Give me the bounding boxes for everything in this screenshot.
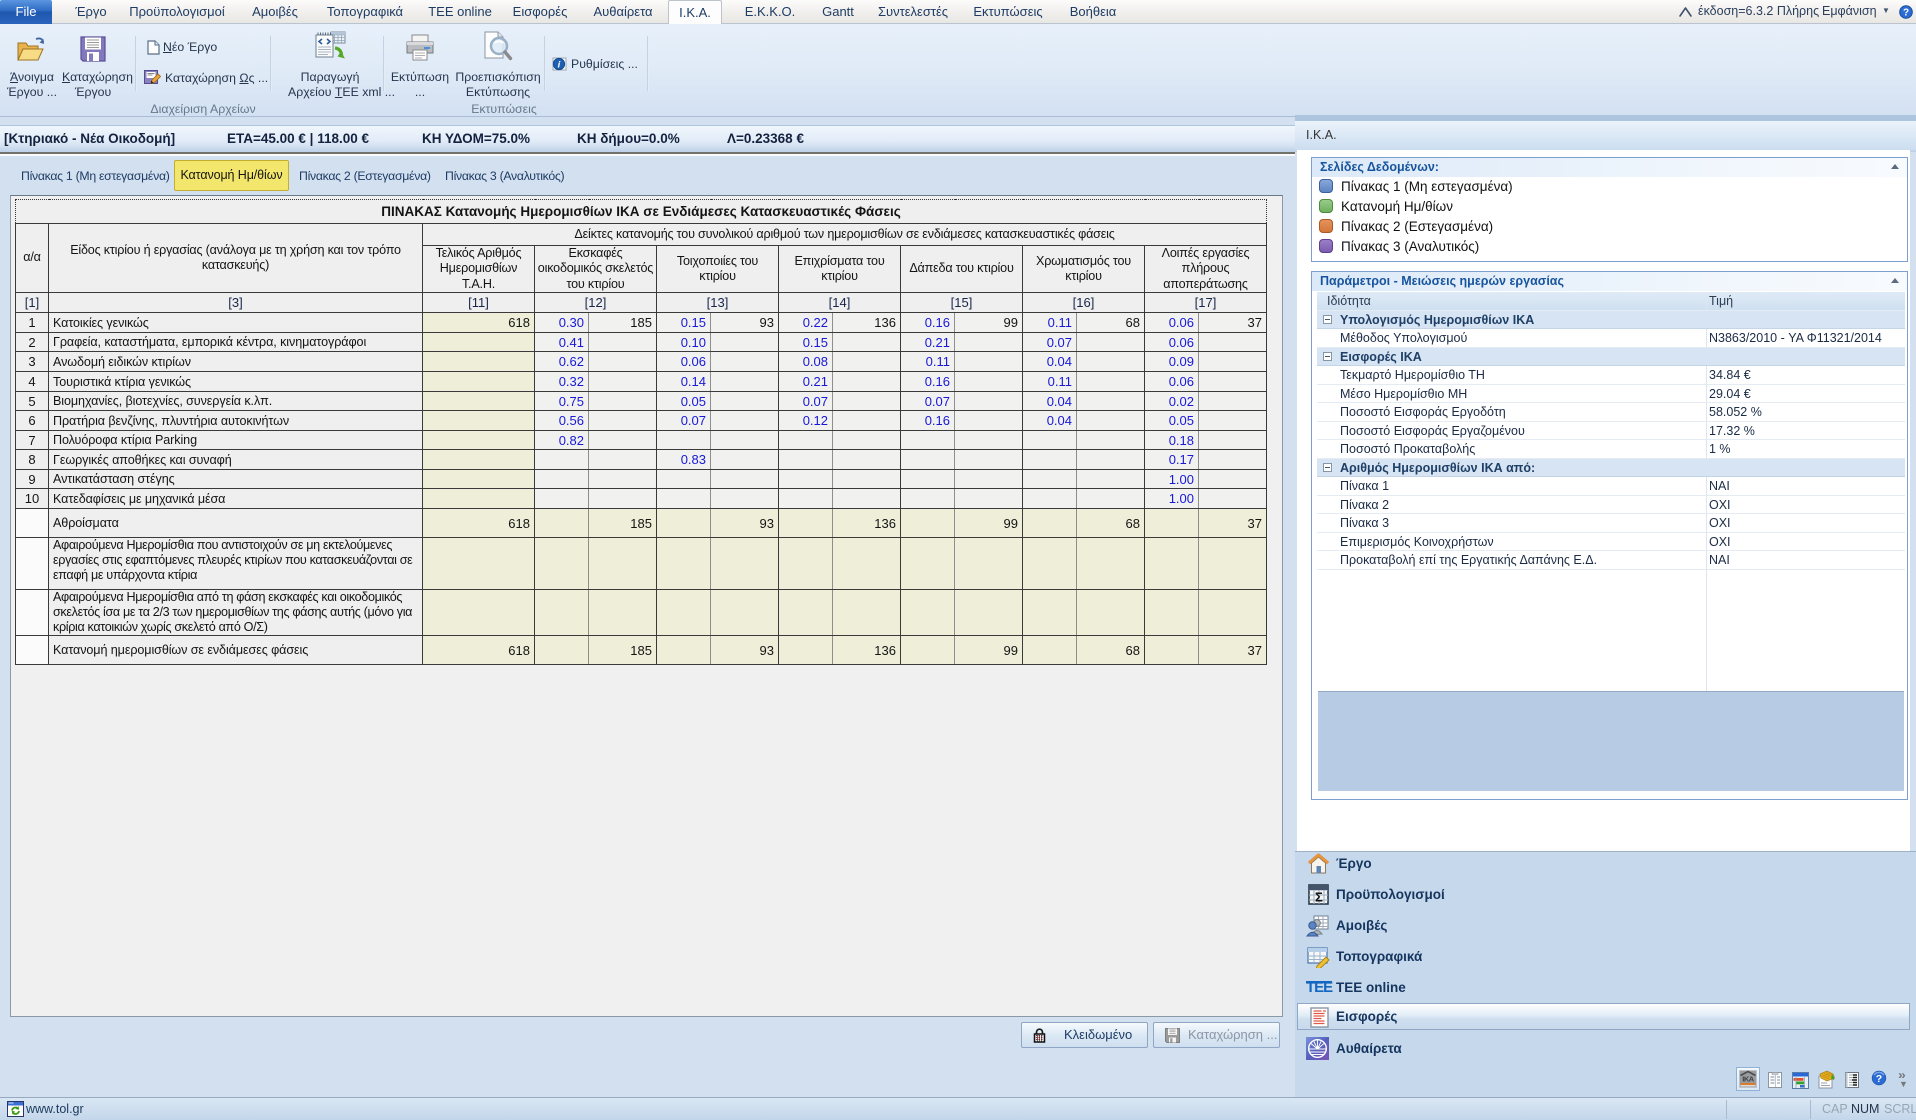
svg-text:IKA: IKA: [1742, 1075, 1755, 1084]
svg-text:?: ?: [1876, 1073, 1882, 1085]
svg-text:?: ?: [1903, 8, 1909, 19]
svg-text:i: i: [558, 59, 561, 70]
svg-text:Σ: Σ: [1315, 890, 1323, 905]
